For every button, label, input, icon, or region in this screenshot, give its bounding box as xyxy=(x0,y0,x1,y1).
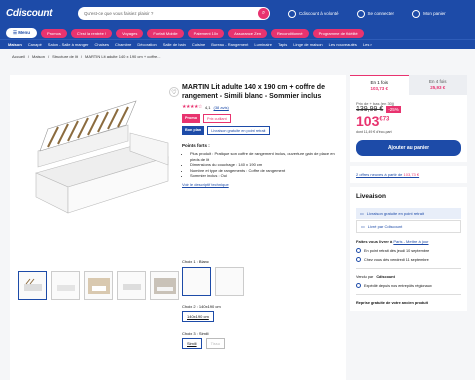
nav-item[interactable]: Cuisine xyxy=(192,42,205,47)
home-icon xyxy=(356,257,361,262)
nav-item[interactable]: Salle de bain xyxy=(163,42,186,47)
nav-item[interactable]: Décoration xyxy=(137,42,156,47)
thumbnail[interactable] xyxy=(117,271,146,300)
header-link-login[interactable]: Se connecter xyxy=(356,9,394,18)
nav-home[interactable]: Maison xyxy=(8,42,22,47)
bed-thumbnail-icon xyxy=(56,284,75,291)
features-list: Plus produit : Pratique son coffre de ra… xyxy=(182,151,342,179)
rating[interactable]: ★★★★☆ 4,1 (38 avis) xyxy=(182,104,342,110)
tab-one-payment[interactable]: En 1 fois 103,73 € xyxy=(350,75,409,95)
ticket-icon xyxy=(288,9,296,18)
feature-item: Plus produit : Pratique son coffre de ra… xyxy=(190,151,342,162)
breadcrumb-item[interactable]: Accueil xyxy=(12,54,25,59)
nav-item[interactable]: Chaises xyxy=(95,42,109,47)
search-input[interactable]: Qu'est-ce que vous faisiez plaisir ? ⌕ xyxy=(78,7,270,20)
nav-pill[interactable]: Assurance Zen xyxy=(228,28,268,38)
choice-material: Choix 3 : Simili Simili Tissu xyxy=(182,331,225,349)
warehouse-icon xyxy=(356,283,361,288)
nav-pill[interactable]: Promos xyxy=(41,28,67,38)
pin-icon xyxy=(356,248,361,253)
breadcrumb-item: MARTIN Lit adulte 140 x 190 cm + coffre.… xyxy=(84,53,161,59)
eco-part: dont 11,49 € d'éco-part xyxy=(356,130,392,134)
room-thumbnail-icon xyxy=(153,277,176,294)
material-option[interactable]: Simili xyxy=(182,338,202,349)
room-thumbnail-icon xyxy=(87,277,110,294)
thumbnail[interactable] xyxy=(84,271,113,300)
current-price: 103€73 xyxy=(356,113,390,129)
nav-item[interactable]: Tapis xyxy=(278,42,287,47)
truck-icon: ▭ xyxy=(361,224,365,229)
top-bar: Cdiscount Qu'est-ce que vous faisiez pla… xyxy=(0,0,475,27)
logo[interactable]: Cdiscount xyxy=(6,8,70,19)
feature-item: Sommier inclus : Oui xyxy=(190,173,342,179)
technical-link[interactable]: Voir le descriptif technique xyxy=(182,182,342,187)
choice-label: Choix 2 : 140x190 cm xyxy=(182,304,221,309)
cart-icon xyxy=(412,9,421,18)
thumbnail[interactable] xyxy=(51,271,80,300)
breadcrumb-item[interactable]: Structure de lit xyxy=(52,54,78,59)
delivery-box: Liveaison ▭ Livraison gratuite en point r… xyxy=(350,187,467,311)
discount-badge: -25% xyxy=(386,106,401,113)
offers-link[interactable]: 2 offres neuves à partir de 103,73 € xyxy=(350,166,467,183)
thumbnail-strip xyxy=(18,271,179,300)
size-option[interactable]: 140x190 cm xyxy=(182,311,214,322)
old-price: 139,99 € xyxy=(356,106,384,113)
product-image[interactable] xyxy=(18,85,178,237)
favorite-heart-icon[interactable]: ♡ xyxy=(169,87,179,97)
delivery-option[interactable]: ▭ Livré par Cdiscount xyxy=(356,220,461,233)
nav-item[interactable]: Les nouveautés xyxy=(329,42,357,47)
nav-item[interactable]: Chambre xyxy=(115,42,131,47)
delivery-title: Liveaison xyxy=(356,193,386,200)
product-title: MARTIN Lit adulte 140 x 190 cm + coffre … xyxy=(182,84,325,100)
nav-item[interactable]: Bureau - Rangement xyxy=(211,42,248,47)
menu-button[interactable]: ☰ Menu xyxy=(6,28,38,38)
thumbnail[interactable] xyxy=(18,271,47,300)
thumbnail[interactable] xyxy=(150,271,179,300)
nav-pill[interactable]: Programme de fidélité xyxy=(312,28,364,38)
nav-item[interactable]: Linge de maison xyxy=(293,42,322,47)
nav-pill[interactable]: Reconditionné xyxy=(271,28,309,38)
bed-thumbnail-icon xyxy=(23,278,42,291)
header-link-volonte[interactable]: Cdiscount à volonté xyxy=(288,9,339,18)
price-badge: Prix cutilant xyxy=(203,114,231,123)
delivery-badge: Livraison gratuite en point retrait xyxy=(207,126,270,135)
buy-column: En 1 fois 103,73 € En 4 fois 25,93 € Prix … xyxy=(350,75,467,315)
breadcrumb: Accueil / Maison / Structure de lit / MARTI… xyxy=(12,53,161,59)
category-nav: Maison Canapé Salon - Salle à manger Cha… xyxy=(0,39,475,49)
city-link[interactable]: Paris - Mettre à jour xyxy=(393,239,428,244)
bon-plan-badge: Bon plan xyxy=(182,126,205,135)
buy-box: En 1 fois 103,73 € En 4 fois 25,93 € Prix … xyxy=(350,75,467,162)
nav-item[interactable]: Les r xyxy=(363,42,372,47)
breadcrumb-item[interactable]: Maison xyxy=(32,54,45,59)
user-icon xyxy=(356,9,365,18)
color-option[interactable] xyxy=(182,267,211,296)
product-info: MARTIN Lit adulte 140 x 190 cm + coffre … xyxy=(182,83,342,187)
stars-icon: ★★★★☆ xyxy=(182,104,202,110)
truck-icon: ▭ xyxy=(360,211,364,216)
nav-pill[interactable]: Forfait Mobile xyxy=(147,28,184,38)
promo-nav: ☰ Menu Promos C'est la rentrée ! Voyages… xyxy=(0,27,475,39)
choice-size: Choix 2 : 140x190 cm 140x190 cm xyxy=(182,304,221,322)
features-title: Points forts : xyxy=(182,143,210,148)
header-link-cart[interactable]: Mon panier xyxy=(412,9,446,18)
choice-color: Choix 1 : Blanc xyxy=(182,259,244,296)
seller-name[interactable]: Cdiscount xyxy=(376,275,395,279)
choice-label: Choix 1 : Blanc xyxy=(182,259,209,264)
color-option[interactable] xyxy=(215,267,244,296)
nav-pill[interactable]: Voyages xyxy=(116,28,144,38)
delivery-option[interactable]: ▭ Livraison gratuite en point retrait xyxy=(356,208,461,219)
nav-pill[interactable]: C'est la rentrée ! xyxy=(70,28,113,38)
search-icon[interactable]: ⌕ xyxy=(258,8,269,19)
choice-label: Choix 3 : Simili xyxy=(182,331,209,336)
nav-item[interactable]: Luminaire xyxy=(254,42,272,47)
nav-item[interactable]: Salon - Salle à manger xyxy=(48,42,89,47)
product-panel: ♡ MARTIN Lit adulte 140 x 190 cm + coffr… xyxy=(10,75,346,380)
material-option[interactable]: Tissu xyxy=(205,338,225,349)
bed-thumbnail-icon xyxy=(122,283,141,290)
nav-item[interactable]: Canapé xyxy=(28,42,42,47)
nav-pill[interactable]: Paiement 10x xyxy=(187,28,225,38)
tab-four-payments[interactable]: En 4 fois 25,93 € xyxy=(408,75,467,95)
add-to-cart-button[interactable]: Ajouter au panier xyxy=(356,140,461,156)
promo-badge: Promo xyxy=(182,114,201,123)
